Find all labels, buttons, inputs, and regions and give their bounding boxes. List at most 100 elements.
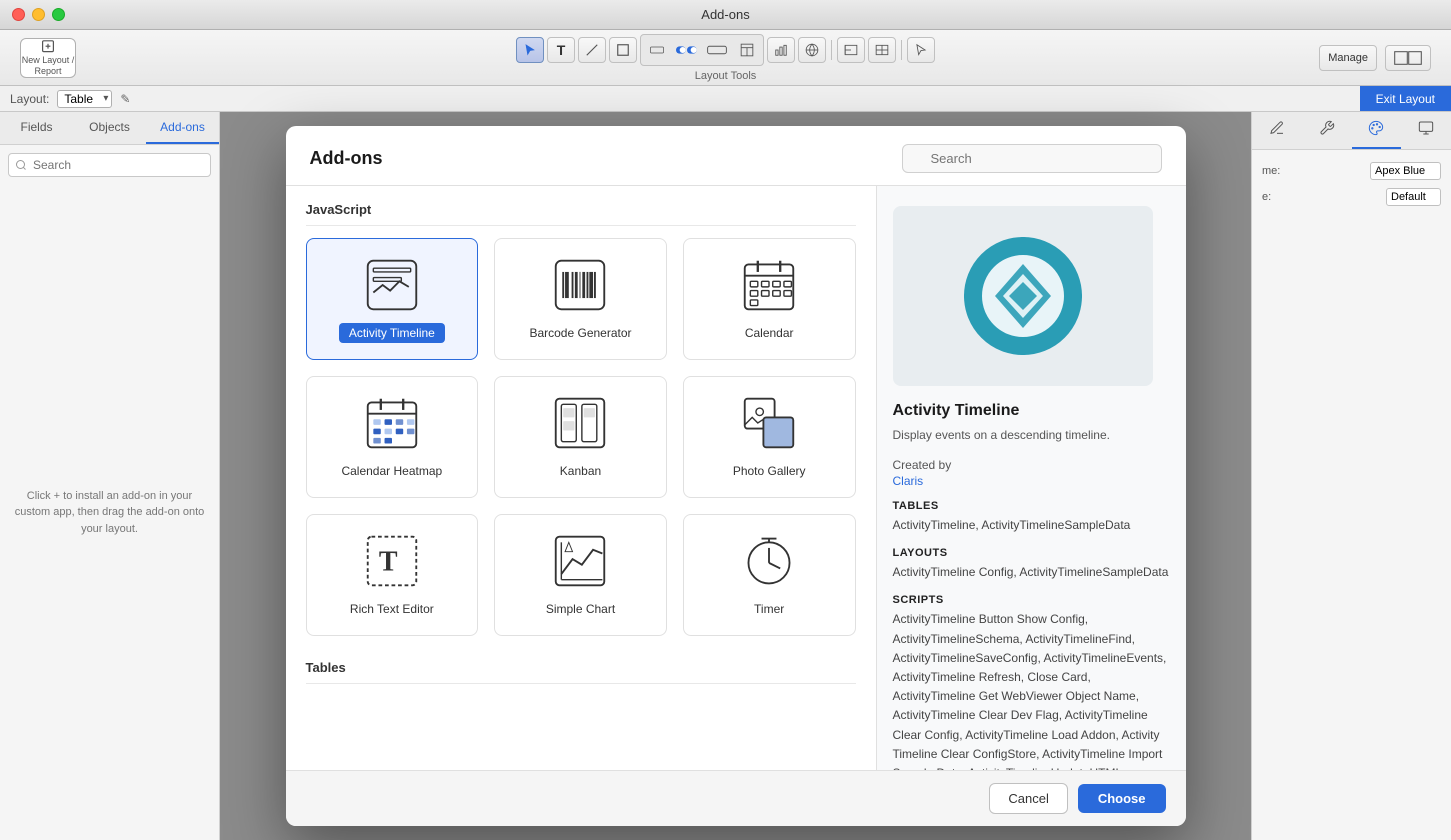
- addon-card-activity-timeline[interactable]: Activity Timeline: [306, 238, 479, 360]
- addon-card-kanban[interactable]: Kanban: [494, 376, 667, 498]
- simple-chart-label: Simple Chart: [538, 599, 623, 619]
- toolbar-right: Manage: [1319, 45, 1431, 71]
- activity-timeline-label: Activity Timeline: [339, 323, 445, 343]
- close-button[interactable]: [12, 8, 25, 21]
- toolbar-label: Layout Tools: [695, 70, 757, 82]
- detail-description: Display events on a descending timeline.: [893, 426, 1170, 444]
- addon-card-barcode-generator[interactable]: Barcode Generator: [494, 238, 667, 360]
- layout-label: Layout:: [10, 92, 49, 106]
- variant-select-wrap: Default: [1386, 188, 1441, 206]
- layout-select[interactable]: Table: [57, 90, 112, 108]
- addons-dialog: Add-ons 🔍 JavaScript: [286, 126, 1186, 826]
- sidebar-search: [0, 145, 219, 185]
- calendar-icon: [739, 255, 799, 315]
- main-area: Fields Objects Add-ons Click + to instal…: [0, 112, 1451, 840]
- rich-text-editor-icon: T: [362, 531, 422, 591]
- cancel-button[interactable]: Cancel: [989, 783, 1067, 814]
- right-panel-tabs: [1252, 112, 1451, 150]
- dialog-search-wrap: 🔍: [902, 144, 1162, 173]
- addons-list: JavaScript: [286, 186, 876, 770]
- merge-tool[interactable]: [837, 37, 865, 63]
- sidebar-tab-fields[interactable]: Fields: [0, 112, 73, 144]
- theme-label: me:: [1262, 165, 1280, 177]
- left-sidebar: Fields Objects Add-ons Click + to instal…: [0, 112, 220, 840]
- barcode-generator-label: Barcode Generator: [521, 323, 639, 343]
- variant-row: e: Default: [1260, 184, 1443, 210]
- new-layout-button[interactable]: New Layout / Report: [20, 38, 76, 78]
- toolbar-divider2: [901, 40, 902, 60]
- title-bar: Add-ons: [0, 0, 1451, 30]
- sidebar-tab-addons[interactable]: Add-ons: [146, 112, 219, 144]
- theme-select[interactable]: Apex Blue: [1370, 162, 1441, 180]
- dialog-body: JavaScript: [286, 186, 1186, 770]
- photo-gallery-icon: [739, 393, 799, 453]
- toolbar-left: New Layout / Report: [20, 38, 76, 78]
- right-tab-style[interactable]: [1252, 112, 1302, 149]
- kanban-icon: [550, 393, 610, 453]
- right-tab-properties[interactable]: [1302, 112, 1352, 149]
- addon-card-timer[interactable]: Timer: [683, 514, 856, 636]
- detail-tables-value: ActivityTimeline, ActivityTimelineSample…: [893, 516, 1170, 535]
- webviewer-tool[interactable]: [798, 37, 826, 63]
- line-tool[interactable]: [578, 37, 606, 63]
- addon-card-photo-gallery[interactable]: Photo Gallery: [683, 376, 856, 498]
- timer-label: Timer: [746, 599, 792, 619]
- rect-tool[interactable]: [609, 37, 637, 63]
- barcode-generator-icon: [550, 255, 610, 315]
- split-tool[interactable]: [868, 37, 896, 63]
- text-tool[interactable]: T: [547, 37, 575, 63]
- calendar-heatmap-label: Calendar Heatmap: [333, 461, 450, 481]
- exit-layout-button[interactable]: Exit Layout: [1360, 86, 1451, 111]
- table-tool[interactable]: [733, 37, 761, 63]
- detail-layouts-value: ActivityTimeline Config, ActivityTimelin…: [893, 563, 1170, 582]
- addon-card-calendar-heatmap[interactable]: Calendar Heatmap: [306, 376, 479, 498]
- traffic-lights: [12, 8, 65, 21]
- variant-label: e:: [1262, 191, 1271, 203]
- addons-grid: Activity Timeline: [306, 238, 856, 636]
- show-hide-panes-button[interactable]: [1385, 45, 1431, 71]
- calendar-heatmap-icon: [362, 393, 422, 453]
- detail-layouts-label: LAYOUTS: [893, 547, 1170, 559]
- dialog-search-input[interactable]: [902, 144, 1162, 173]
- detail-creator-link[interactable]: Claris: [893, 474, 1170, 488]
- maximize-button[interactable]: [52, 8, 65, 21]
- variant-select[interactable]: Default: [1386, 188, 1441, 206]
- theme-row: me: Apex Blue: [1260, 158, 1443, 184]
- tables-section-label: Tables: [306, 660, 856, 684]
- detail-tables-label: TABLES: [893, 500, 1170, 512]
- detail-logo: [893, 206, 1153, 386]
- timer-icon: [739, 531, 799, 591]
- manage-button[interactable]: Manage: [1319, 45, 1377, 71]
- window-title: Add-ons: [701, 7, 749, 22]
- toolbar-divider: [831, 40, 832, 60]
- sidebar-hint: Click + to install an add-on in your cus…: [0, 185, 219, 840]
- field-tools-group: [640, 34, 764, 66]
- toolbar: New Layout / Report T: [0, 30, 1451, 86]
- cursor-tool[interactable]: [907, 37, 935, 63]
- field-tool[interactable]: [643, 37, 671, 63]
- dialog-title: Add-ons: [310, 148, 383, 169]
- addon-card-calendar[interactable]: Calendar: [683, 238, 856, 360]
- addon-card-rich-text-editor[interactable]: T Rich Text Editor: [306, 514, 479, 636]
- theme-select-wrap: Apex Blue: [1370, 162, 1441, 180]
- sidebar-search-input[interactable]: [8, 153, 211, 177]
- canvas-area: Add-ons 🔍 JavaScript: [220, 112, 1251, 840]
- addon-card-simple-chart[interactable]: Simple Chart: [494, 514, 667, 636]
- sidebar-tab-objects[interactable]: Objects: [73, 112, 146, 144]
- right-tab-appearance[interactable]: [1352, 112, 1402, 149]
- right-tab-data[interactable]: [1401, 112, 1451, 149]
- calendar-label: Calendar: [737, 323, 802, 343]
- layout-bar: Layout: Table ✎ Exit Layout: [0, 86, 1451, 112]
- minimize-button[interactable]: [32, 8, 45, 21]
- detail-scripts-value: ActivityTimeline Button Show Config, Act…: [893, 610, 1170, 770]
- button-tool[interactable]: [703, 37, 731, 63]
- chart-tool[interactable]: [767, 37, 795, 63]
- detail-name: Activity Timeline: [893, 402, 1170, 420]
- toggle-tool[interactable]: [673, 37, 701, 63]
- choose-button[interactable]: Choose: [1078, 784, 1166, 813]
- select-tool[interactable]: [516, 37, 544, 63]
- new-layout-label: New Layout / Report: [21, 55, 75, 77]
- dialog-header: Add-ons 🔍: [286, 126, 1186, 186]
- svg-text:T: T: [379, 546, 398, 577]
- edit-layout-icon[interactable]: ✎: [120, 92, 130, 106]
